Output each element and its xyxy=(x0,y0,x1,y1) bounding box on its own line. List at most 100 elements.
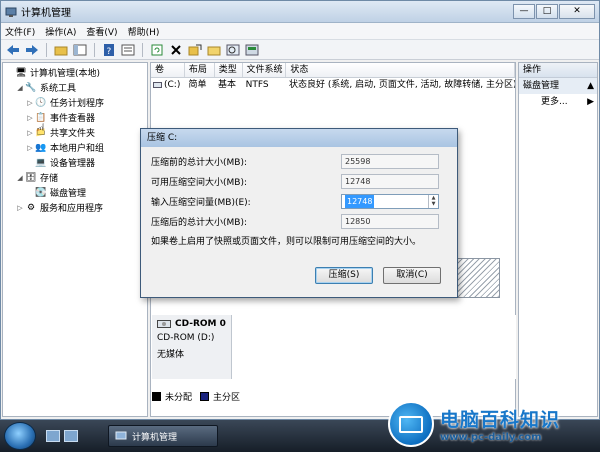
tree-item-label: 本地用户和组 xyxy=(50,144,105,154)
monitor-logo-icon xyxy=(388,401,434,447)
menu-help[interactable]: 帮助(H) xyxy=(128,25,160,38)
column-type[interactable]: 类型 xyxy=(215,63,243,77)
expand-arrow-icon[interactable]: ▷ xyxy=(25,144,35,152)
tree-item[interactable]: 💽 磁盘管理 xyxy=(3,185,147,200)
cdrom-disk-info[interactable]: CD-ROM 0 CD-ROM (D:) 无媒体 xyxy=(152,315,232,379)
toolbar-separator xyxy=(46,42,47,57)
computer-icon: 🖥 xyxy=(15,67,27,78)
field-total-before: 压缩前的总计大小(MB): 25598 xyxy=(151,151,447,171)
navigation-tree: 🖥 计算机管理(本地) ◢ 🔧 系统工具 ▷ 🕓 任务计划程序 ▷ 📋 事件查看器 ▷ 📁 共享文件夹 ▷ 👥… xyxy=(2,62,148,417)
dialog-note: 如果卷上启用了快照或页面文件，则可以限制可用压缩空间的大小。 xyxy=(151,237,422,247)
watermark-name: 电脑百科知识 xyxy=(440,409,561,431)
export-icon[interactable] xyxy=(187,42,203,58)
tree-item[interactable]: ◢ 🗄 存储 xyxy=(3,170,147,185)
expand-arrow-icon[interactable]: ▷ xyxy=(25,129,35,137)
tree-item[interactable]: 💻 设备管理器 xyxy=(3,155,147,170)
tree-item-label: 磁盘管理 xyxy=(50,189,87,199)
close-button[interactable]: ✕ xyxy=(559,4,595,19)
column-layout[interactable]: 布局 xyxy=(185,63,215,77)
tree-item-label: 存储 xyxy=(40,174,59,184)
field-label: 压缩前的总计大小(MB): xyxy=(151,157,247,168)
shrink-button[interactable]: 压缩(S) xyxy=(315,267,373,284)
volume-status: 状态良好 (系统, 启动, 页面文件, 活动, 故障转储, 主分区) xyxy=(289,80,516,90)
tree-item[interactable]: ▷ 👥 本地用户和组 xyxy=(3,140,147,155)
menu-action[interactable]: 操作(A) xyxy=(45,25,76,38)
tree-item[interactable]: ▷ 📁 共享文件夹 xyxy=(3,125,147,140)
cdrom-drive: CD-ROM (D:) xyxy=(157,333,215,343)
taskbar-item-computer-management[interactable]: 计算机管理 xyxy=(108,425,218,447)
title-bar: 计算机管理 — □ ✕ xyxy=(1,1,599,23)
column-status[interactable]: 状态 xyxy=(286,63,515,77)
column-volume[interactable]: 卷 xyxy=(151,63,185,77)
refresh-icon[interactable] xyxy=(149,42,165,58)
volume-layout: 简单 xyxy=(188,80,207,90)
show-desktop-icon[interactable] xyxy=(46,430,60,442)
help-icon[interactable]: ? xyxy=(101,42,117,58)
svg-text:?: ? xyxy=(107,47,112,56)
actions-more[interactable]: 更多... ▶ xyxy=(519,94,597,110)
tree-item-label: 计算机管理(本地) xyxy=(30,69,101,79)
column-filesystem[interactable]: 文件系统 xyxy=(243,63,287,77)
maximize-button[interactable]: □ xyxy=(536,4,558,19)
disk-settings-icon[interactable] xyxy=(244,42,260,58)
table-row[interactable]: (C:) 简单 基本 NTFS 状态良好 (系统, 启动, 页面文件, 活动, … xyxy=(151,78,515,92)
search-icon[interactable] xyxy=(225,42,241,58)
switch-windows-icon[interactable] xyxy=(64,430,78,442)
users-icon: 👥 xyxy=(35,142,47,153)
quick-launch xyxy=(46,430,78,442)
site-watermark: 电脑百科知识 www.pc-daily.com xyxy=(388,396,600,452)
volume-table-header: 卷 布局 类型 文件系统 状态 xyxy=(151,63,515,78)
spinner-icon[interactable]: ▲ ▼ xyxy=(428,194,438,208)
tree-item[interactable]: ▷ 📋 事件查看器 xyxy=(3,110,147,125)
legend-swatch-unallocated xyxy=(152,391,161,401)
cancel-button[interactable]: 取消(C) xyxy=(383,267,441,284)
window-title: 计算机管理 xyxy=(21,8,71,19)
app-icon xyxy=(115,431,127,440)
total-after-value: 12850 xyxy=(341,213,439,229)
up-folder-icon[interactable] xyxy=(53,42,69,58)
services-icon: ⚙ xyxy=(26,202,36,213)
toolbar-separator xyxy=(142,42,143,57)
expand-arrow-icon[interactable]: ◢ xyxy=(15,174,25,182)
shrink-amount-value: 12748 xyxy=(345,194,375,208)
actions-header: 操作 xyxy=(519,63,597,78)
hand-cursor-icon: ☝ xyxy=(36,120,46,139)
cdrom-media: 无媒体 xyxy=(157,350,185,360)
tools-icon: 🔧 xyxy=(25,82,37,93)
forward-icon[interactable] xyxy=(24,42,40,58)
menu-file[interactable]: 文件(F) xyxy=(5,25,35,38)
menu-view[interactable]: 查看(V) xyxy=(86,25,117,38)
field-label: 输入压缩空间量(MB)(E): xyxy=(151,197,251,208)
available-space-value: 12748 xyxy=(341,173,439,189)
expand-arrow-icon[interactable]: ◢ xyxy=(15,84,25,92)
tree-item[interactable]: 🖥 计算机管理(本地) xyxy=(3,65,147,80)
start-button[interactable] xyxy=(4,422,36,450)
expand-arrow-icon[interactable]: ▷ xyxy=(25,114,35,122)
legend-label-unallocated: 未分配 xyxy=(165,392,193,403)
minimize-button[interactable]: — xyxy=(513,4,535,19)
actions-pane: 操作 磁盘管理 ▲ 更多... ▶ xyxy=(518,62,598,417)
delete-icon[interactable] xyxy=(168,42,184,58)
tree-item[interactable]: ▷ ⚙ 服务和应用程序 xyxy=(3,200,147,215)
actions-disk-management[interactable]: 磁盘管理 ▲ xyxy=(519,78,597,94)
properties-icon[interactable] xyxy=(120,42,136,58)
cdrom-name: CD-ROM 0 xyxy=(175,319,226,329)
field-available-space: 可用压缩空间大小(MB): 12748 xyxy=(151,171,447,191)
collapse-icon[interactable]: ▲ xyxy=(587,78,594,94)
shrink-amount-input[interactable]: 12748 ▲ ▼ xyxy=(341,193,439,209)
dialog-title: 压缩 C: xyxy=(141,129,457,147)
back-icon[interactable] xyxy=(5,42,21,58)
app-icon xyxy=(5,6,17,18)
show-hide-tree-icon[interactable] xyxy=(72,42,88,58)
expand-arrow-icon[interactable]: ▷ xyxy=(25,99,35,107)
submenu-arrow-icon: ▶ xyxy=(587,97,594,107)
tree-item[interactable]: ◢ 🔧 系统工具 xyxy=(3,80,147,95)
open-folder-icon[interactable] xyxy=(206,42,222,58)
disk-legend: 未分配 主分区 xyxy=(152,389,240,403)
expand-arrow-icon[interactable]: ▷ xyxy=(15,204,25,212)
tree-item[interactable]: ▷ 🕓 任务计划程序 xyxy=(3,95,147,110)
shrink-dialog: 压缩 C: 压缩前的总计大小(MB): 25598 可用压缩空间大小(MB): … xyxy=(140,128,458,298)
volume-name: (C:) xyxy=(164,80,181,90)
legend-swatch-primary xyxy=(200,391,210,401)
cdrom-partition-area[interactable] xyxy=(232,315,516,379)
